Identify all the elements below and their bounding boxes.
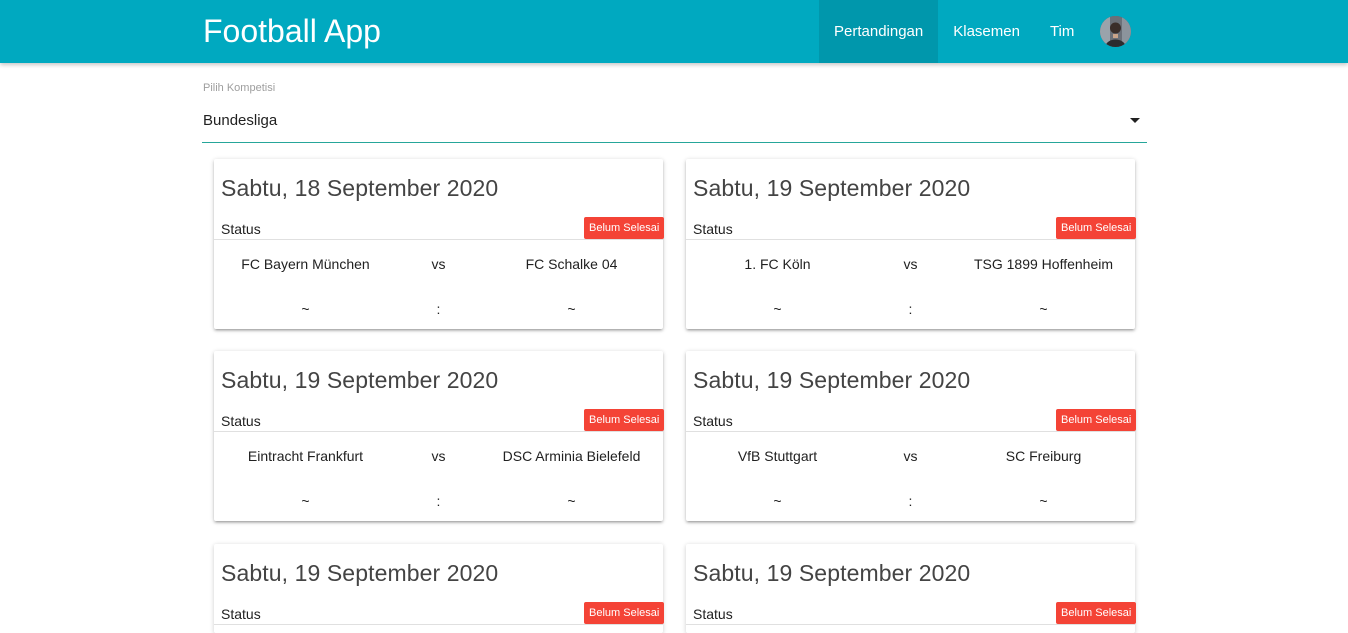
away-team: FC Schalke 04 xyxy=(525,256,618,272)
match-date: Sabtu, 19 September 2020 xyxy=(221,560,499,586)
home-score: ~ xyxy=(301,301,310,317)
nav-link-pertandingan[interactable]: Pertandingan xyxy=(819,0,939,63)
match-date: Sabtu, 19 September 2020 xyxy=(693,560,971,586)
vs-label: vs xyxy=(903,256,918,272)
match-card: Sabtu, 19 September 2020 Status Belum Se… xyxy=(214,351,665,521)
nav-link-klasemen[interactable]: Klasemen xyxy=(938,0,1035,63)
score-separator: : xyxy=(436,301,441,317)
nav-menu: Pertandingan Klasemen Tim xyxy=(819,0,1089,63)
score-separator: : xyxy=(908,493,913,509)
home-score: ~ xyxy=(301,493,310,509)
status-label: Status xyxy=(221,413,261,429)
match-card: Sabtu, 19 September 2020 Status Belum Se… xyxy=(686,351,1137,521)
home-score: ~ xyxy=(773,493,782,509)
top-navbar: Football App Pertandingan Klasemen Tim xyxy=(0,0,1348,63)
nav-link-tim[interactable]: Tim xyxy=(1035,0,1089,63)
status-label: Status xyxy=(693,221,733,237)
score-separator: : xyxy=(436,493,441,509)
home-team: Eintracht Frankfurt xyxy=(247,448,364,464)
card-divider xyxy=(686,624,1135,625)
away-team: TSG 1899 Hoffenheim xyxy=(973,256,1114,272)
away-score: ~ xyxy=(567,301,576,317)
home-team: 1. FC Köln xyxy=(744,256,811,272)
away-team: SC Freiburg xyxy=(1005,448,1082,464)
competition-select-value[interactable]: Bundesliga xyxy=(203,112,277,129)
away-score: ~ xyxy=(1039,301,1048,317)
status-badge: Belum Selesai xyxy=(1056,602,1137,624)
vs-label: vs xyxy=(903,448,918,464)
match-date: Sabtu, 18 September 2020 xyxy=(221,175,499,201)
away-score: ~ xyxy=(1039,493,1048,509)
score-separator: : xyxy=(908,301,913,317)
match-card: Sabtu, 19 September 2020 Status Belum Se… xyxy=(686,544,1137,633)
status-label: Status xyxy=(693,606,733,622)
card-divider xyxy=(686,239,1135,240)
match-card: Sabtu, 18 September 2020 Status Belum Se… xyxy=(214,159,665,329)
home-score: ~ xyxy=(773,301,782,317)
app-title[interactable]: Football App xyxy=(203,13,381,50)
card-divider xyxy=(214,624,663,625)
status-badge: Belum Selesai xyxy=(584,409,665,431)
status-badge: Belum Selesai xyxy=(1056,217,1137,239)
status-label: Status xyxy=(221,221,261,237)
away-team: DSC Arminia Bielefeld xyxy=(502,448,641,464)
match-date: Sabtu, 19 September 2020 xyxy=(221,367,499,393)
match-date: Sabtu, 19 September 2020 xyxy=(693,175,971,201)
vs-label: vs xyxy=(431,448,446,464)
status-label: Status xyxy=(693,413,733,429)
status-badge: Belum Selesai xyxy=(1056,409,1137,431)
status-badge: Belum Selesai xyxy=(584,217,665,239)
vs-label: vs xyxy=(431,256,446,272)
home-team: FC Bayern München xyxy=(241,256,370,272)
status-badge: Belum Selesai xyxy=(584,602,665,624)
user-avatar-icon[interactable] xyxy=(1100,16,1131,47)
caret-down-icon[interactable] xyxy=(1130,118,1140,123)
card-divider xyxy=(686,431,1135,432)
match-date: Sabtu, 19 September 2020 xyxy=(693,367,971,393)
home-team: VfB Stuttgart xyxy=(737,448,818,464)
card-divider xyxy=(214,239,663,240)
match-card: Sabtu, 19 September 2020 Status Belum Se… xyxy=(214,544,665,633)
competition-select[interactable]: Pilih Kompetisi Bundesliga xyxy=(202,78,1147,143)
card-divider xyxy=(214,431,663,432)
away-score: ~ xyxy=(567,493,576,509)
match-card: Sabtu, 19 September 2020 Status Belum Se… xyxy=(686,159,1137,329)
select-underline xyxy=(202,142,1147,143)
competition-select-label: Pilih Kompetisi xyxy=(203,82,276,94)
status-label: Status xyxy=(221,606,261,622)
